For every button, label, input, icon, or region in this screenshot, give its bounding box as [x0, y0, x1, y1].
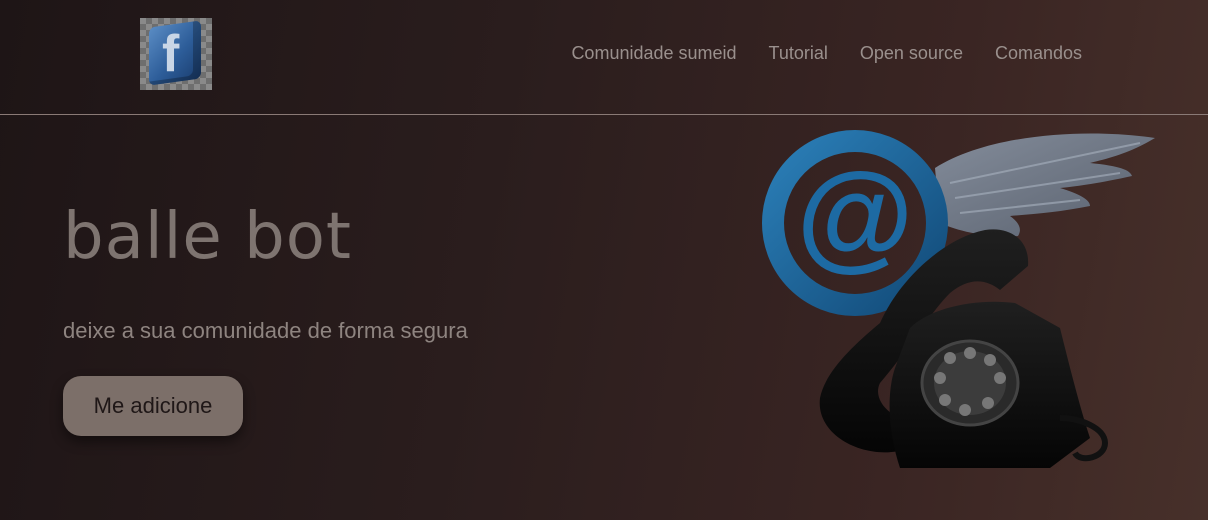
main-nav: Comunidade sumeid Tutorial Open source C…: [571, 43, 1082, 64]
facebook-logo-icon[interactable]: f: [140, 18, 212, 90]
at-symbol: @: [796, 148, 913, 282]
hero-subtitle: deixe a sua comunidade de forma segura: [63, 318, 468, 343]
logo-letter: f: [162, 25, 180, 83]
nav-link-tutorial[interactable]: Tutorial: [769, 43, 828, 64]
wing-icon: [935, 133, 1155, 237]
nav-link-comandos[interactable]: Comandos: [995, 43, 1082, 64]
winged-email-telephone-icon: @: [762, 130, 1155, 468]
hero-title: balle bot: [63, 200, 352, 274]
site-header: f Comunidade sumeid Tutorial Open source…: [0, 0, 1208, 115]
add-bot-button[interactable]: Me adicione: [63, 376, 243, 436]
nav-link-open-source[interactable]: Open source: [860, 43, 963, 64]
nav-link-comunidade[interactable]: Comunidade sumeid: [571, 43, 736, 64]
